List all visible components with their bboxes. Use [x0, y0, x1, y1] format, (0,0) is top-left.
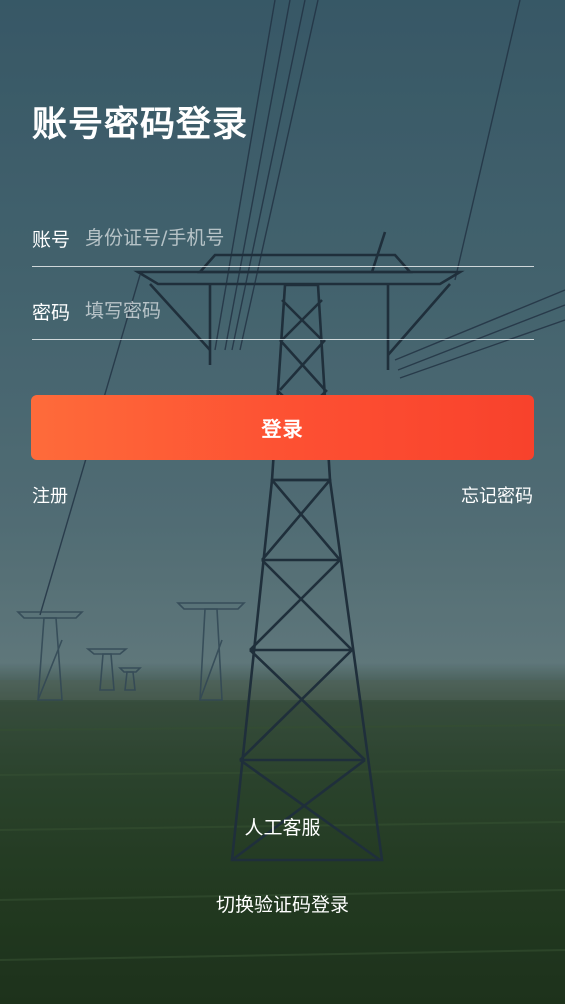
- page-title: 账号密码登录: [32, 105, 249, 145]
- switch-sms-login-link[interactable]: 切换验证码登录: [0, 890, 565, 917]
- password-label: 密码: [32, 301, 71, 324]
- password-input[interactable]: [85, 291, 534, 331]
- login-button[interactable]: 登录: [31, 395, 534, 460]
- register-link[interactable]: 注册: [32, 482, 68, 508]
- password-field: 密码: [32, 283, 534, 340]
- customer-service-link[interactable]: 人工客服: [0, 813, 565, 840]
- account-field: 账号: [32, 210, 534, 267]
- account-input[interactable]: [85, 218, 534, 258]
- forgot-password-link[interactable]: 忘记密码: [461, 482, 533, 508]
- account-label: 账号: [32, 228, 71, 251]
